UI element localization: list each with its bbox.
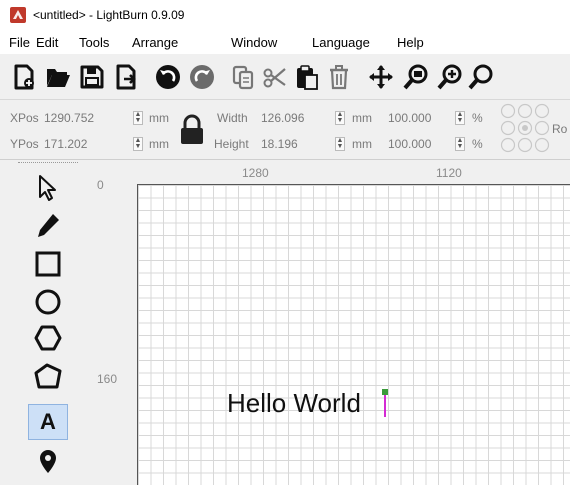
workspace-grid[interactable] (137, 184, 570, 485)
scale-x-field[interactable]: 100.000 (388, 111, 431, 125)
xpos-spinner[interactable]: ▲ ▼ (133, 111, 143, 125)
xpos-unit: mm (149, 111, 169, 125)
menu-help[interactable]: Help (397, 35, 424, 50)
paste-icon (297, 65, 318, 90)
zoom-icon (403, 64, 428, 90)
move-button[interactable] (365, 60, 397, 94)
width-spinner[interactable]: ▲ ▼ (335, 111, 345, 125)
scale-x-spinner[interactable]: ▲ ▼ (455, 111, 465, 125)
title-bar: <untitled> - LightBurn 0.9.09 (0, 0, 570, 30)
marker-tool-button[interactable] (28, 444, 68, 480)
cut-icon (263, 68, 286, 88)
save-button[interactable] (76, 60, 108, 94)
zoom-out-button[interactable] (465, 60, 497, 94)
edit-nodes-pen-icon (38, 214, 59, 237)
origin-selector-icon[interactable] (500, 103, 550, 153)
edit-nodes-tool-button[interactable] (28, 208, 68, 244)
ruler-left-label: 160 (97, 372, 118, 386)
scale-y-spinner[interactable]: ▲ ▼ (455, 137, 465, 151)
polygon-tool-button[interactable] (28, 320, 68, 356)
menu-edit[interactable]: Edit (36, 35, 58, 50)
save-icon (80, 65, 104, 89)
zoom-in-button[interactable] (434, 60, 466, 94)
width-field[interactable]: 126.096 (261, 111, 304, 125)
height-label: Height (214, 137, 249, 151)
new-file-icon (14, 64, 34, 90)
ypos-label: YPos (10, 137, 39, 151)
zoom-button[interactable] (400, 60, 432, 94)
cut-button[interactable] (259, 60, 291, 94)
creation-toolbar: A (0, 160, 88, 485)
polygon-icon (34, 325, 62, 351)
height-field[interactable]: 18.196 (261, 137, 298, 151)
ruler-top-label: 1280 (242, 166, 269, 180)
zoom-in-icon (437, 64, 462, 90)
copy-icon (232, 65, 254, 90)
text-tool-button[interactable]: A (28, 404, 68, 440)
scale-x-percent: % (472, 111, 483, 125)
ypos-field[interactable]: 171.202 (44, 137, 87, 151)
marker-icon (40, 450, 56, 473)
import-icon (116, 64, 136, 90)
xpos-field[interactable]: 1290.752 (44, 111, 94, 125)
width-label: Width (217, 111, 248, 125)
scale-y-field[interactable]: 100.000 (388, 137, 431, 151)
menu-arrange[interactable]: Arrange (132, 35, 178, 50)
open-folder-icon (47, 69, 70, 87)
height-unit: mm (352, 137, 372, 151)
xpos-label: XPos (10, 111, 39, 125)
new-file-button[interactable] (8, 60, 40, 94)
menu-file[interactable]: File (9, 35, 30, 50)
position-laser-tool-button[interactable] (28, 358, 68, 394)
undo-icon (156, 65, 180, 89)
ellipse-icon (35, 289, 61, 315)
ypos-spinner[interactable]: ▲ ▼ (133, 137, 143, 151)
lock-aspect-icon[interactable] (177, 113, 207, 147)
ypos-unit: mm (149, 137, 169, 151)
zoom-out-icon (468, 64, 493, 90)
height-spinner[interactable]: ▲ ▼ (335, 137, 345, 151)
width-unit: mm (352, 111, 372, 125)
select-arrow-icon (39, 175, 56, 201)
rotate-label: Ro (552, 122, 568, 136)
copy-button[interactable] (227, 60, 259, 94)
redo-icon (190, 65, 214, 89)
paste-button[interactable] (291, 60, 323, 94)
import-button[interactable] (110, 60, 142, 94)
scale-y-percent: % (472, 137, 483, 151)
toolbar-divider (18, 162, 78, 163)
move-icon (369, 65, 393, 89)
redo-button[interactable] (186, 60, 218, 94)
ellipse-tool-button[interactable] (28, 284, 68, 320)
menu-window[interactable]: Window (231, 35, 277, 50)
position-laser-icon (34, 363, 62, 389)
rectangle-icon (35, 251, 61, 277)
delete-icon (330, 65, 348, 90)
ruler-top-label: 1120 (436, 166, 462, 180)
numeric-edits-panel: XPos 1290.752 ▲ ▼ mm YPos 171.202 ▲ ▼ mm W… (0, 100, 570, 160)
rectangle-tool-button[interactable] (28, 246, 68, 282)
ruler-left-label-0: 0 (97, 178, 104, 192)
text-cursor-icon (382, 389, 388, 417)
menu-bar: File Edit Tools Arrange Window Language … (0, 30, 570, 54)
open-button[interactable] (42, 60, 74, 94)
window-title: <untitled> - LightBurn 0.9.09 (33, 8, 185, 22)
delete-button[interactable] (323, 60, 355, 94)
lightburn-logo-icon (10, 7, 26, 23)
undo-button[interactable] (152, 60, 184, 94)
main-toolbar (0, 54, 570, 100)
workspace-canvas[interactable]: 0 1280 1120 160 Hello World (88, 162, 570, 485)
select-tool-button[interactable] (28, 170, 68, 206)
text-tool-icon: A (40, 409, 56, 434)
menu-language[interactable]: Language (312, 35, 370, 50)
canvas-text-object[interactable]: Hello World (227, 388, 361, 419)
menu-tools[interactable]: Tools (79, 35, 109, 50)
